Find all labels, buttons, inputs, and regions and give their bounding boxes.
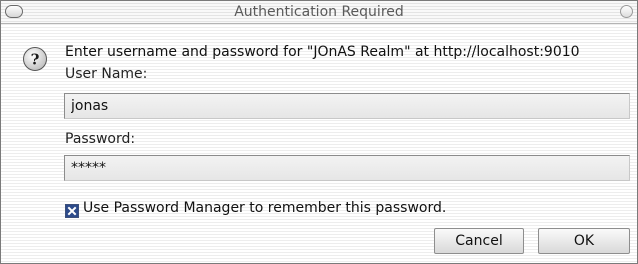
username-label: User Name:: [65, 66, 148, 82]
remember-password-checkbox[interactable]: [65, 204, 79, 218]
window-title: Authentication Required: [234, 4, 404, 20]
remember-password-label[interactable]: Use Password Manager to remember this pa…: [83, 200, 446, 216]
question-icon: ?: [23, 47, 47, 71]
username-field[interactable]: [64, 93, 630, 119]
ok-button[interactable]: OK: [538, 228, 630, 254]
cancel-button[interactable]: Cancel: [434, 228, 524, 254]
password-label: Password:: [65, 131, 136, 147]
title-bar[interactable]: Authentication Required: [1, 1, 637, 24]
close-icon[interactable]: [620, 5, 633, 18]
auth-dialog-window: Authentication Required ? Enter username…: [0, 0, 638, 264]
password-field[interactable]: [64, 155, 630, 181]
dialog-message: Enter username and password for "JOnAS R…: [65, 44, 580, 60]
svg-text:?: ?: [31, 51, 40, 69]
checkmark-icon: [66, 205, 78, 217]
